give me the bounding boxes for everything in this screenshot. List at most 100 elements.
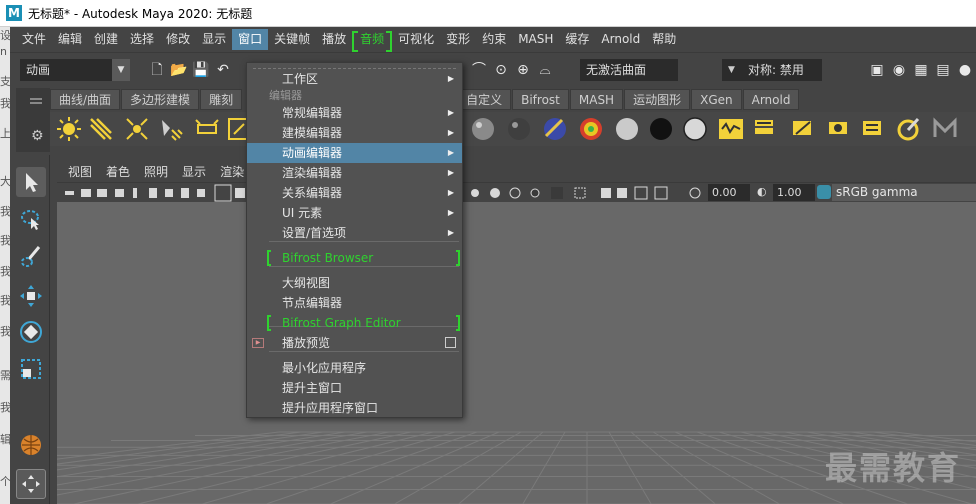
car-paint-icon[interactable]	[542, 116, 568, 142]
menu-item[interactable]: 显示	[196, 29, 232, 50]
skydome-light-icon[interactable]	[56, 116, 82, 142]
menu-item[interactable]: 选择	[124, 29, 160, 50]
ass-import-icon[interactable]	[790, 116, 816, 142]
layout-icon[interactable]	[16, 469, 46, 499]
save-scene-icon[interactable]: 💾	[192, 61, 210, 79]
window-menu-item[interactable]: 设置/首选项 ▶	[247, 223, 462, 243]
render-view-icon[interactable]	[718, 116, 744, 142]
toon-shader-icon[interactable]	[578, 116, 604, 142]
shelf-handle[interactable]: ⚙	[16, 88, 50, 152]
shelf-tab[interactable]: Arnold	[742, 89, 800, 110]
menu-item-label: 播放预览	[282, 336, 331, 350]
rotate-tool-icon[interactable]	[16, 317, 46, 347]
snap-curve-icon[interactable]: ⌒	[470, 61, 488, 79]
window-menu-item[interactable]: 大纲视图	[247, 273, 462, 293]
window-menu-item[interactable]: UI 元素 ▶	[247, 203, 462, 223]
symmetry-field[interactable]: ▼ 对称: 禁用	[722, 59, 822, 81]
black-shader-icon[interactable]	[648, 116, 674, 142]
render-settings-icon[interactable]: ▤	[934, 61, 952, 79]
photometric-light-icon[interactable]	[194, 116, 220, 142]
menu-item[interactable]: 编辑	[52, 29, 88, 50]
window-menu-item[interactable]: 提升主窗口	[247, 378, 462, 398]
shelf-tab[interactable]: 多边形建模	[121, 89, 200, 110]
paint-select-icon[interactable]	[16, 242, 46, 272]
white-shader-icon[interactable]	[682, 116, 708, 142]
menu-item[interactable]: 窗口	[232, 29, 269, 50]
spot-light-icon[interactable]	[158, 116, 184, 142]
window-menu-item[interactable]: 常规编辑器 ▶	[247, 103, 462, 123]
shelf-tab[interactable]: 自定义	[457, 89, 512, 110]
ipr-render-icon[interactable]: ▦	[912, 61, 930, 79]
undo-icon[interactable]: ↶	[214, 61, 232, 79]
flush-cache-icon[interactable]	[860, 116, 886, 142]
select-tool-icon[interactable]	[16, 167, 46, 197]
snap-live-icon[interactable]: ⌓	[536, 61, 554, 79]
ass-export-icon[interactable]	[752, 116, 778, 142]
submenu-arrow-icon: ▶	[447, 208, 454, 217]
move-tool-icon[interactable]	[16, 281, 46, 311]
gear-icon[interactable]: ⚙	[31, 128, 44, 144]
standard-surface-icon[interactable]	[470, 116, 496, 142]
panel-menu-item[interactable]: 视图	[61, 163, 99, 180]
window-menu-item[interactable]: Bifrost Graph Editor	[247, 313, 462, 333]
menu-item[interactable]: 创建	[88, 29, 124, 50]
mtoa-logo-icon[interactable]	[932, 116, 958, 142]
snap-view-icon[interactable]: ⊕	[514, 61, 532, 79]
panel-menu-item[interactable]: 照明	[137, 163, 175, 180]
menu-item[interactable]: Arnold	[595, 29, 646, 50]
menu-set-selector[interactable]: 动画 ▼	[20, 59, 130, 81]
gamma-icon[interactable]: ◐	[757, 185, 767, 198]
metal-shader-icon[interactable]	[506, 116, 532, 142]
new-scene-icon[interactable]: 🗋	[148, 61, 166, 79]
render-view-icon[interactable]: ▣	[868, 61, 886, 79]
menu-item[interactable]: MASH	[512, 29, 559, 50]
shelf-tab[interactable]: Bifrost	[512, 89, 569, 110]
window-menu-item[interactable]: 节点编辑器	[247, 293, 462, 313]
window-menu-item[interactable]: 建模编辑器 ▶	[247, 123, 462, 143]
mesh-light-icon[interactable]	[124, 116, 150, 142]
shelf-tab[interactable]: 雕刻	[200, 89, 243, 110]
window-menu-item[interactable]: 播放预览 ▶	[247, 333, 462, 353]
bifrost-icon[interactable]	[16, 430, 46, 460]
panel-menu-item[interactable]: 着色	[99, 163, 137, 180]
window-menu-item[interactable]: Bifrost Browser	[247, 248, 462, 268]
menu-item[interactable]: 变形	[440, 29, 476, 50]
shelf-tab[interactable]: 运动图形	[624, 89, 691, 110]
snap-point-icon[interactable]: ⊙	[492, 61, 510, 79]
area-light-icon[interactable]	[88, 116, 114, 142]
window-menu-item[interactable]: 最小化应用程序	[247, 358, 462, 378]
live-surface-field[interactable]: 无激活曲面	[580, 59, 678, 81]
menu-item[interactable]: 可视化	[392, 29, 440, 50]
shelf-tab[interactable]: XGen	[691, 89, 742, 110]
menu-item[interactable]: 播放	[316, 29, 352, 50]
menu-item[interactable]: 缓存	[559, 29, 595, 50]
scale-tool-icon[interactable]	[16, 354, 46, 384]
option-box-icon[interactable]	[445, 337, 456, 348]
menu-item-label: 设置/首选项	[282, 226, 347, 240]
menu-item[interactable]: 修改	[160, 29, 196, 50]
render-icon[interactable]: ◉	[890, 61, 908, 79]
window-menu-item[interactable]: 关系编辑器 ▶	[247, 183, 462, 203]
open-scene-icon[interactable]: 📂	[170, 61, 188, 79]
view-transform-select[interactable]: sRGB gamma	[832, 184, 976, 201]
shelf-tab[interactable]: MASH	[569, 89, 624, 110]
window-menu-item[interactable]: 工作区 ▶	[247, 69, 462, 89]
lasso-tool-icon[interactable]	[16, 205, 46, 235]
hypershade-icon[interactable]: ●	[956, 61, 974, 79]
shelf-tab[interactable]: 曲线/曲面	[50, 89, 121, 110]
menu-item[interactable]: 关键帧	[268, 29, 316, 50]
window-menu-item[interactable]: 渲染编辑器 ▶	[247, 163, 462, 183]
panel-menu-item[interactable]: 显示	[175, 163, 213, 180]
color-management-icon[interactable]	[817, 185, 831, 199]
flat-shader-icon[interactable]	[614, 116, 640, 142]
menu-item[interactable]: 文件	[16, 29, 52, 50]
menu-item[interactable]: 帮助	[646, 29, 682, 50]
window-menu-item[interactable]: 动画编辑器 ▶	[247, 143, 462, 163]
gamma-field[interactable]: 1.00	[773, 184, 815, 201]
menu-item[interactable]: 音频	[352, 29, 393, 52]
menu-item[interactable]: 约束	[476, 29, 512, 50]
license-icon[interactable]	[896, 116, 922, 142]
stand-in-icon[interactable]	[826, 116, 852, 142]
exposure-field[interactable]: 0.00	[708, 184, 750, 201]
window-menu-item[interactable]: 提升应用程序窗口	[247, 398, 462, 418]
